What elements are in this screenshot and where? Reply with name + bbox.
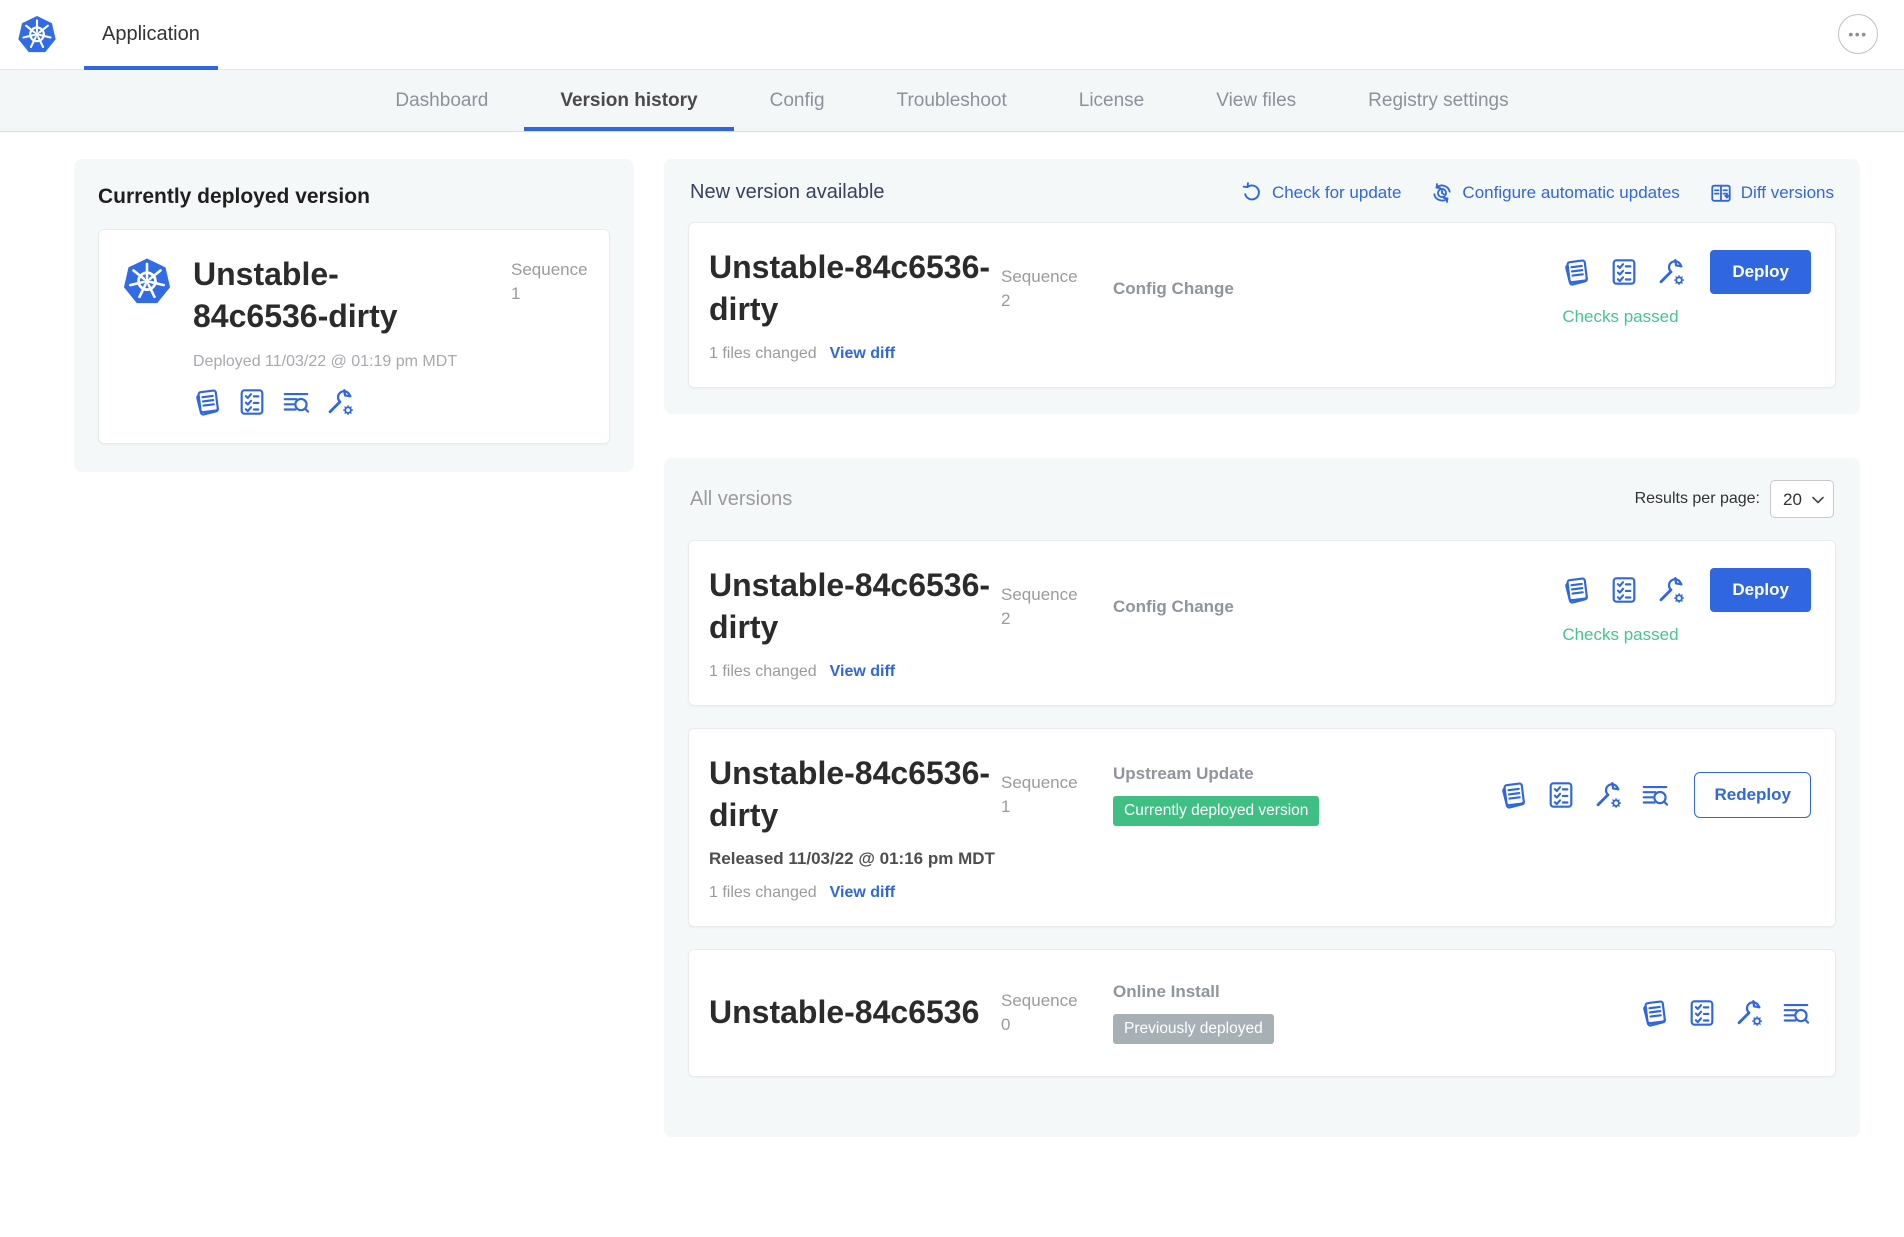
checks-passed-status: Checks passed — [1562, 307, 1678, 327]
new-version-row: Unstable-84c6536-dirty Sequence 2 Config… — [688, 222, 1836, 388]
sequence-value: 0 — [1001, 1013, 1113, 1037]
logs-icon[interactable] — [281, 387, 311, 417]
auto-update-icon — [1431, 182, 1453, 204]
version-source: Online Install — [1113, 982, 1640, 1002]
version-source: Config Change — [1113, 597, 1562, 617]
kubernetes-app-icon — [121, 256, 173, 308]
preflight-checks-icon[interactable] — [237, 387, 267, 417]
preflight-checks-icon[interactable] — [1609, 575, 1639, 605]
logs-icon[interactable] — [1640, 780, 1670, 810]
sequence-value: 2 — [1001, 289, 1113, 313]
diff-versions-link[interactable]: Diff versions — [1710, 182, 1834, 204]
version-title: Unstable-84c6536-dirty — [709, 247, 1001, 330]
top-bar: Application ••• — [0, 0, 1904, 70]
preflight-checks-icon[interactable] — [1546, 780, 1576, 810]
deploy-button[interactable]: Deploy — [1710, 568, 1811, 612]
config-icon[interactable] — [325, 387, 355, 417]
config-icon[interactable] — [1656, 575, 1686, 605]
version-source: Upstream Update — [1113, 764, 1499, 784]
version-row: Unstable-84c6536-dirty Sequence 2 Config… — [688, 540, 1836, 706]
app-tab[interactable]: Application — [84, 0, 218, 69]
tab-dashboard[interactable]: Dashboard — [359, 70, 524, 131]
view-diff-link[interactable]: View diff — [830, 345, 896, 363]
main-content: Currently deployed version Unstable-84c6… — [0, 132, 1904, 1137]
previously-deployed-badge: Previously deployed — [1113, 1014, 1274, 1044]
files-changed-text: 1 files changed — [709, 884, 817, 902]
overflow-menu-button[interactable]: ••• — [1838, 14, 1878, 54]
sequence-label: Sequence 2 — [1001, 583, 1113, 631]
configure-automatic-updates-link[interactable]: Configure automatic updates — [1431, 182, 1679, 204]
sequence-value: 1 — [511, 282, 587, 306]
released-timestamp: Released 11/03/22 @ 01:16 pm MDT — [709, 849, 1811, 869]
version-title: Unstable-84c6536-dirty — [709, 565, 1001, 648]
deploy-button[interactable]: Deploy — [1710, 250, 1811, 294]
sequence-label: Sequence 0 — [1001, 989, 1113, 1037]
all-versions-heading: All versions — [690, 488, 792, 511]
files-changed-text: 1 files changed — [709, 345, 817, 363]
check-for-update-link[interactable]: Check for update — [1241, 182, 1401, 204]
tab-registry-settings[interactable]: Registry settings — [1332, 70, 1544, 131]
release-notes-icon[interactable] — [1499, 780, 1529, 810]
tab-view-files[interactable]: View files — [1180, 70, 1332, 131]
release-notes-icon[interactable] — [193, 387, 223, 417]
version-title: Unstable-84c6536 — [709, 992, 1001, 1034]
new-version-panel: New version available Check for update C… — [664, 159, 1860, 414]
sequence-label: Sequence 2 — [1001, 265, 1113, 313]
version-row: Unstable-84c6536 Sequence 0 Online Insta… — [688, 949, 1836, 1077]
version-title: Unstable-84c6536-dirty — [709, 753, 1001, 836]
files-changed-text: 1 files changed — [709, 663, 817, 681]
sequence-label: Sequence 1 — [511, 254, 587, 417]
tab-troubleshoot[interactable]: Troubleshoot — [861, 70, 1043, 131]
sequence-label: Sequence 1 — [1001, 771, 1113, 819]
redeploy-button[interactable]: Redeploy — [1694, 772, 1811, 818]
refresh-icon — [1241, 182, 1263, 204]
app-title: Application — [102, 23, 200, 46]
currently-deployed-panel: Currently deployed version Unstable-84c6… — [74, 159, 634, 472]
release-notes-icon[interactable] — [1562, 575, 1592, 605]
deployed-version-title: Unstable-84c6536-dirty — [193, 254, 453, 337]
ellipsis-icon: ••• — [1848, 26, 1867, 42]
release-notes-icon[interactable] — [1562, 257, 1592, 287]
logs-icon[interactable] — [1781, 998, 1811, 1028]
tab-config[interactable]: Config — [734, 70, 861, 131]
tab-version-history[interactable]: Version history — [524, 70, 733, 131]
diff-icon — [1710, 182, 1732, 204]
sequence-value: 1 — [1001, 795, 1113, 819]
kubernetes-logo-icon — [16, 14, 58, 56]
view-diff-link[interactable]: View diff — [830, 884, 896, 902]
preflight-checks-icon[interactable] — [1687, 998, 1717, 1028]
checks-passed-status: Checks passed — [1562, 625, 1678, 645]
sequence-value: 2 — [1001, 607, 1113, 631]
deployed-version-card: Unstable-84c6536-dirty Deployed 11/03/22… — [98, 229, 610, 444]
release-notes-icon[interactable] — [1640, 998, 1670, 1028]
currently-deployed-heading: Currently deployed version — [98, 185, 610, 209]
config-icon[interactable] — [1656, 257, 1686, 287]
config-icon[interactable] — [1734, 998, 1764, 1028]
nav-bar: Dashboard Version history Config Trouble… — [0, 70, 1904, 132]
deployed-timestamp: Deployed 11/03/22 @ 01:19 pm MDT — [193, 353, 511, 371]
preflight-checks-icon[interactable] — [1609, 257, 1639, 287]
version-row: Unstable-84c6536-dirty Sequence 1 Upstre… — [688, 728, 1836, 926]
all-versions-panel: All versions Results per page: 20 — [664, 458, 1860, 1136]
view-diff-link[interactable]: View diff — [830, 663, 896, 681]
results-per-page-label: Results per page: — [1635, 490, 1760, 508]
results-per-page-select[interactable]: 20 — [1771, 481, 1833, 517]
new-version-heading: New version available — [690, 181, 885, 204]
version-source: Config Change — [1113, 279, 1562, 299]
currently-deployed-badge: Currently deployed version — [1113, 796, 1319, 826]
config-icon[interactable] — [1593, 780, 1623, 810]
tab-license[interactable]: License — [1043, 70, 1181, 131]
